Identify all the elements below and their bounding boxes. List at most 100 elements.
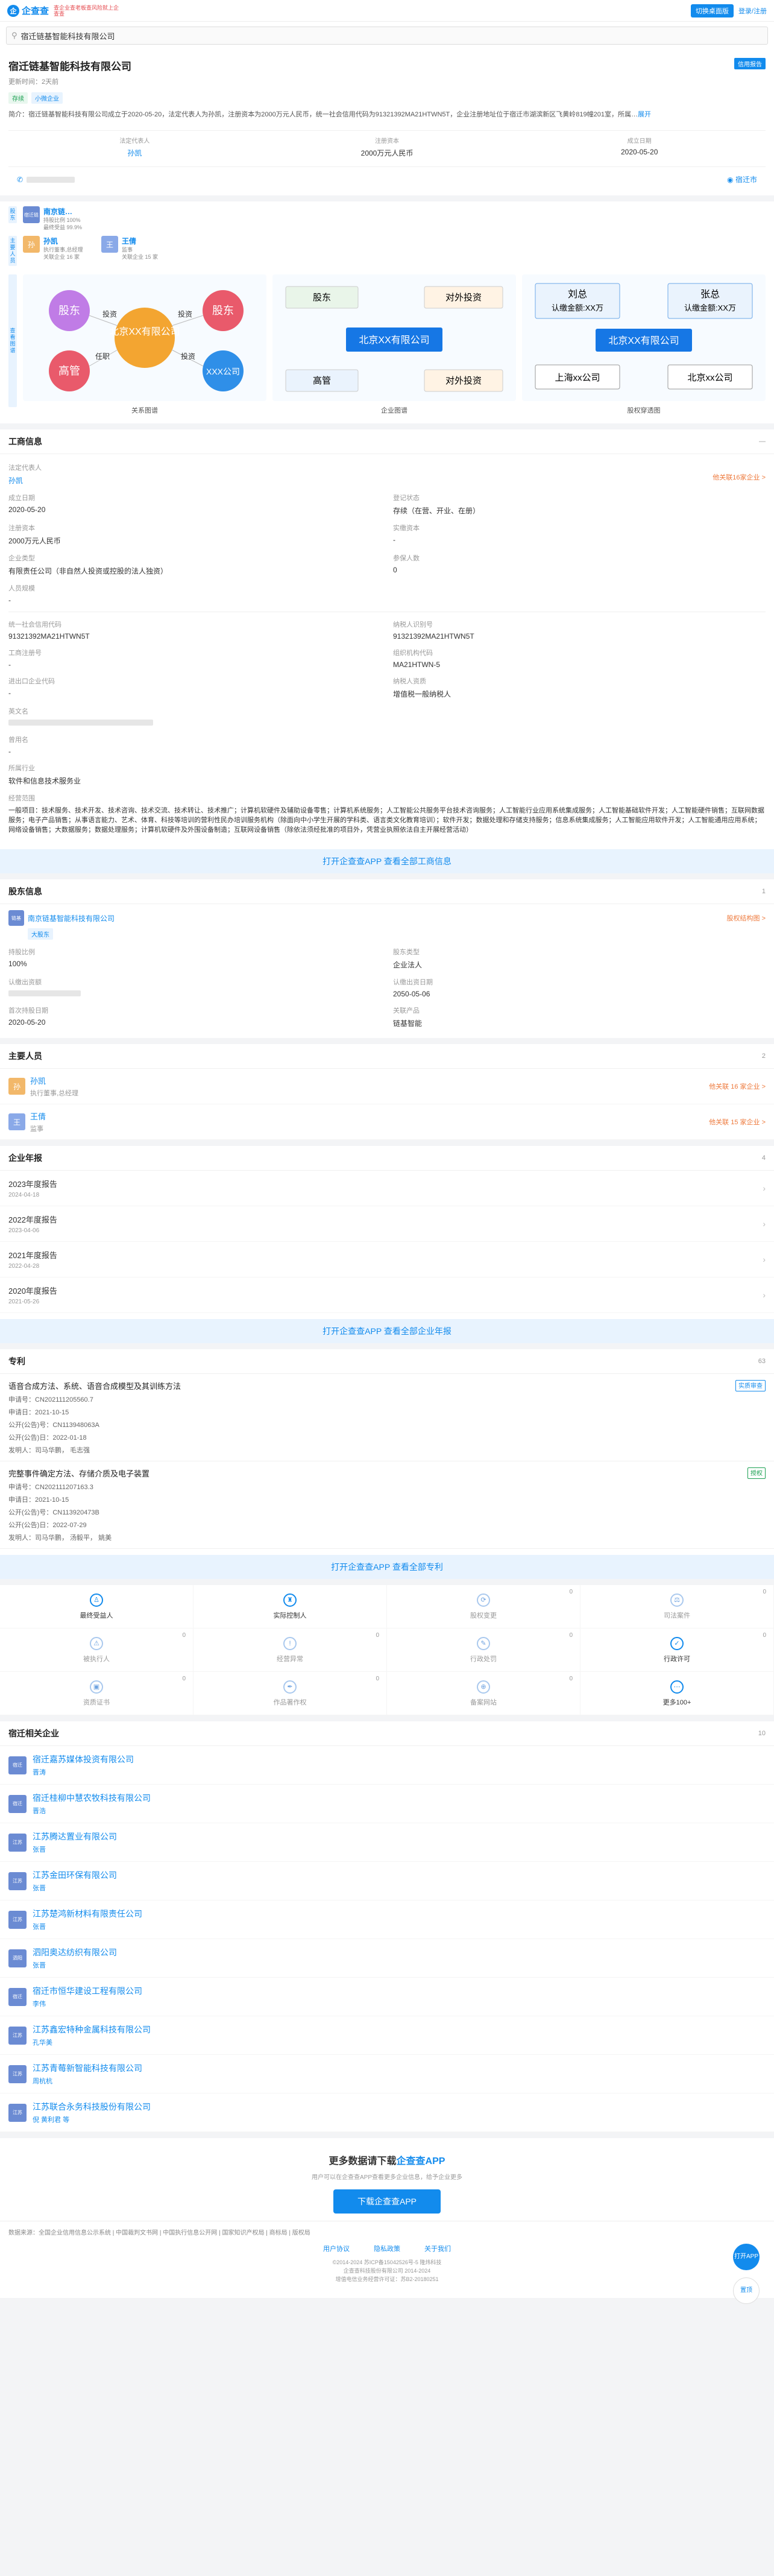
- company-legal[interactable]: 张晋: [33, 1960, 117, 1970]
- open-app-banner[interactable]: 打开企查查APP 查看全部专利: [0, 1555, 774, 1579]
- company-name[interactable]: 江苏青莓新智能科技有限公司: [33, 2062, 142, 2074]
- feature-cell[interactable]: 0 ✓ 行政许可: [580, 1628, 774, 1672]
- info-value: 2050-05-06: [393, 990, 430, 998]
- logo-icon: 企: [7, 4, 19, 17]
- patent-item[interactable]: 语音合成方法、系统、语音合成模型及其训练方法 实质审查 申请号：CN20211120…: [0, 1374, 774, 1461]
- info-key: 成立日期: [8, 495, 35, 502]
- privacy-link[interactable]: 隐私政策: [374, 2244, 400, 2253]
- info-row: 统一社会信用代码 91321392MA21HTWN5T 纳税人识别号 91321392…: [8, 616, 766, 644]
- open-app-banner[interactable]: 打开企查查APP 查看全部企业年报: [0, 1319, 774, 1343]
- company-name[interactable]: 宿迁桂柳中慧农牧科技有限公司: [33, 1792, 151, 1804]
- feature-cell[interactable]: ⋯ 更多100+: [580, 1672, 774, 1715]
- company-legal[interactable]: 张晋: [33, 1844, 117, 1854]
- svg-text:股东: 股东: [58, 305, 80, 317]
- company-row[interactable]: 江苏 江苏金田环保有限公司 张晋: [0, 1862, 774, 1900]
- credit-report-button[interactable]: 信用报告: [734, 58, 766, 69]
- logo[interactable]: 企 企查查: [7, 4, 49, 17]
- company-legal[interactable]: 张晋: [33, 1922, 142, 1931]
- company-row[interactable]: 宿迁 宿迁嘉苏媒体投资有限公司 晋涛: [0, 1746, 774, 1785]
- related-count[interactable]: 他关联 16 家企业 >: [709, 1081, 766, 1091]
- company-legal[interactable]: 倪 黄利君 等: [33, 2115, 151, 2124]
- person-row[interactable]: 孙孙凯 执行董事,总经理 他关联 16 家企业 >: [0, 1069, 774, 1104]
- feature-cell[interactable]: 0! 经营异常: [194, 1628, 387, 1672]
- switch-desktop-button[interactable]: 切换桌面版: [690, 4, 734, 17]
- feature-cell[interactable]: 0 ⚠ 被执行人: [0, 1628, 194, 1672]
- search-box[interactable]: ⚲: [6, 27, 768, 45]
- report-row[interactable]: 2023年度报告 2024-04-18 ›: [0, 1171, 774, 1206]
- feature-cell[interactable]: ♙ 最终受益人: [0, 1585, 194, 1628]
- download-app-button[interactable]: 下载企查查APP: [333, 2189, 441, 2214]
- location-link[interactable]: ◉ 宿迁市: [727, 174, 757, 185]
- company-row[interactable]: 江苏 江苏楚鸿新材料有限责任公司 张晋: [0, 1900, 774, 1939]
- person-name[interactable]: 孙凯: [30, 1075, 709, 1086]
- feature-cell[interactable]: 0 ✒ 作品著作权: [194, 1672, 387, 1715]
- feature-label: 资质证书: [83, 1698, 110, 1706]
- company-legal[interactable]: 晋浩: [33, 1806, 151, 1815]
- company-legal[interactable]: 张晋: [33, 1883, 117, 1893]
- login-link[interactable]: 登录/注册: [738, 6, 767, 16]
- company-name[interactable]: 江苏金田环保有限公司: [33, 1869, 117, 1881]
- patent-item[interactable]: 完整事件确定方法、存储介质及电子装置 授权 申请号：CN202111207163.3…: [0, 1461, 774, 1549]
- terms-link[interactable]: 用户协议: [323, 2244, 350, 2253]
- company-legal[interactable]: 周杭杭: [33, 2076, 142, 2086]
- company-row[interactable]: 江苏 江苏鑫宏特种金属科技有限公司 孔华美: [0, 2016, 774, 2055]
- info-cell: 股东类型 企业法人: [393, 943, 766, 973]
- feature-cell[interactable]: 0 ▣ 资质证书: [0, 1672, 194, 1715]
- enterprise-graph[interactable]: 北京XX有限公司 股东 对外投资 高管 对外投资 企业图谱: [272, 274, 516, 415]
- person-row[interactable]: 王王倩 监事 他关联 15 家企业 >: [0, 1104, 774, 1140]
- legal-rep[interactable]: 法定代表人 孙凯: [8, 136, 261, 158]
- company-name[interactable]: 江苏腾达置业有限公司: [33, 1831, 117, 1843]
- open-app-float[interactable]: 打开APP: [733, 2244, 760, 2270]
- company-row[interactable]: 江苏 江苏联合永务科技股份有限公司倪 黄利君 等: [0, 2093, 774, 2132]
- report-date: 2023-04-06: [8, 1227, 40, 1234]
- feature-cell[interactable]: ♜ 实际控制人: [194, 1585, 387, 1628]
- info-value: 2020-05-20: [8, 1018, 46, 1027]
- report-row[interactable]: 2020年度报告 2021-05-26 ›: [0, 1277, 774, 1313]
- info-key: 股东类型: [393, 949, 420, 956]
- company-legal[interactable]: 晋涛: [33, 1767, 134, 1777]
- feature-cell[interactable]: 0 ⟳ 股权变更: [387, 1585, 580, 1628]
- shareholder-card[interactable]: 宿迁链 南京链… 持股比例 100% 最终受益 99.9%: [23, 206, 95, 231]
- company-name[interactable]: 江苏联合永务科技股份有限公司: [33, 2101, 151, 2113]
- report-row[interactable]: 2022年度报告 2023-04-06 ›: [0, 1206, 774, 1242]
- feature-count: 0: [182, 1632, 186, 1639]
- person-name[interactable]: 王倩: [30, 1110, 709, 1122]
- expand-link[interactable]: 展开: [638, 111, 651, 118]
- info-cell: 持股比例 100%: [8, 943, 381, 973]
- company-row[interactable]: 泗阳 泗阳奥达纺织有限公司 张晋: [0, 1939, 774, 1978]
- back-to-top-button[interactable]: 置顶: [733, 2277, 760, 2304]
- related-count[interactable]: 他关联 15 家企业 >: [709, 1117, 766, 1127]
- info-value: 增值税一般纳税人: [393, 690, 452, 698]
- feature-cell[interactable]: 0 ⚖ 司法案件: [580, 1585, 774, 1628]
- company-legal[interactable]: 李伟: [33, 1999, 142, 2008]
- info-cell: 企业类型 有限责任公司（非自然人投资或控股的法人独资）: [8, 549, 381, 580]
- company-name[interactable]: 宿迁市恒华建设工程有限公司: [33, 1985, 142, 1997]
- person-card[interactable]: 孙 孙凯 执行董事,总经理 关联企业 16 家: [23, 236, 95, 261]
- info-cell: 组织机构代码 MA21HTWN-5: [393, 644, 766, 672]
- feature-icon: ✓: [670, 1636, 684, 1650]
- phone[interactable]: ✆: [17, 176, 75, 184]
- people-label: 主要人员: [8, 236, 17, 266]
- legal-rep-link[interactable]: 孙凯: [8, 475, 23, 486]
- company-row[interactable]: 江苏 江苏青莓新智能科技有限公司 周杭杭: [0, 2055, 774, 2093]
- report-date: 2024-04-18: [8, 1192, 40, 1198]
- relation-graph[interactable]: 北京XX有限公司 股东 股东 高管 XXX公司 投资 投资 任职 投资 关系图谱: [23, 274, 266, 415]
- open-app-banner[interactable]: 打开企查查APP 查看全部工商信息: [0, 849, 774, 873]
- company-name[interactable]: 宿迁嘉苏媒体投资有限公司: [33, 1753, 134, 1765]
- about-link[interactable]: 关于我们: [424, 2244, 451, 2253]
- report-row[interactable]: 2021年度报告 2022-04-28 ›: [0, 1242, 774, 1277]
- equity-graph[interactable]: 刘总 认缴金额:XX万 张总 认缴金额:XX万 北京XX有限公司 上海xx公司 北京…: [522, 274, 766, 415]
- company-row[interactable]: 江苏 江苏腾达置业有限公司 张晋: [0, 1823, 774, 1862]
- company-name[interactable]: 泗阳奥达纺织有限公司: [33, 1946, 117, 1958]
- person-card[interactable]: 王 王倩 监事 关联企业 15 家: [101, 236, 174, 261]
- feature-cell[interactable]: 0 ✎ 行政处罚: [387, 1628, 580, 1672]
- search-input[interactable]: [20, 31, 383, 40]
- company-row[interactable]: 宿迁 宿迁市恒华建设工程有限公司 李伟: [0, 1978, 774, 2016]
- info-cell: 注册资本 2000万元人民币: [8, 519, 381, 549]
- company-legal[interactable]: 孔华美: [33, 2037, 151, 2047]
- company-name[interactable]: 江苏楚鸿新材料有限责任公司: [33, 1908, 142, 1920]
- company-name[interactable]: 江苏鑫宏特种金属科技有限公司: [33, 2024, 151, 2036]
- shareholder-link[interactable]: 链基 南京链基智能科技有限公司: [8, 910, 115, 926]
- company-row[interactable]: 宿迁 宿迁桂柳中慧农牧科技有限公司 晋浩: [0, 1785, 774, 1823]
- feature-cell[interactable]: 0 ⊕ 备案网站: [387, 1672, 580, 1715]
